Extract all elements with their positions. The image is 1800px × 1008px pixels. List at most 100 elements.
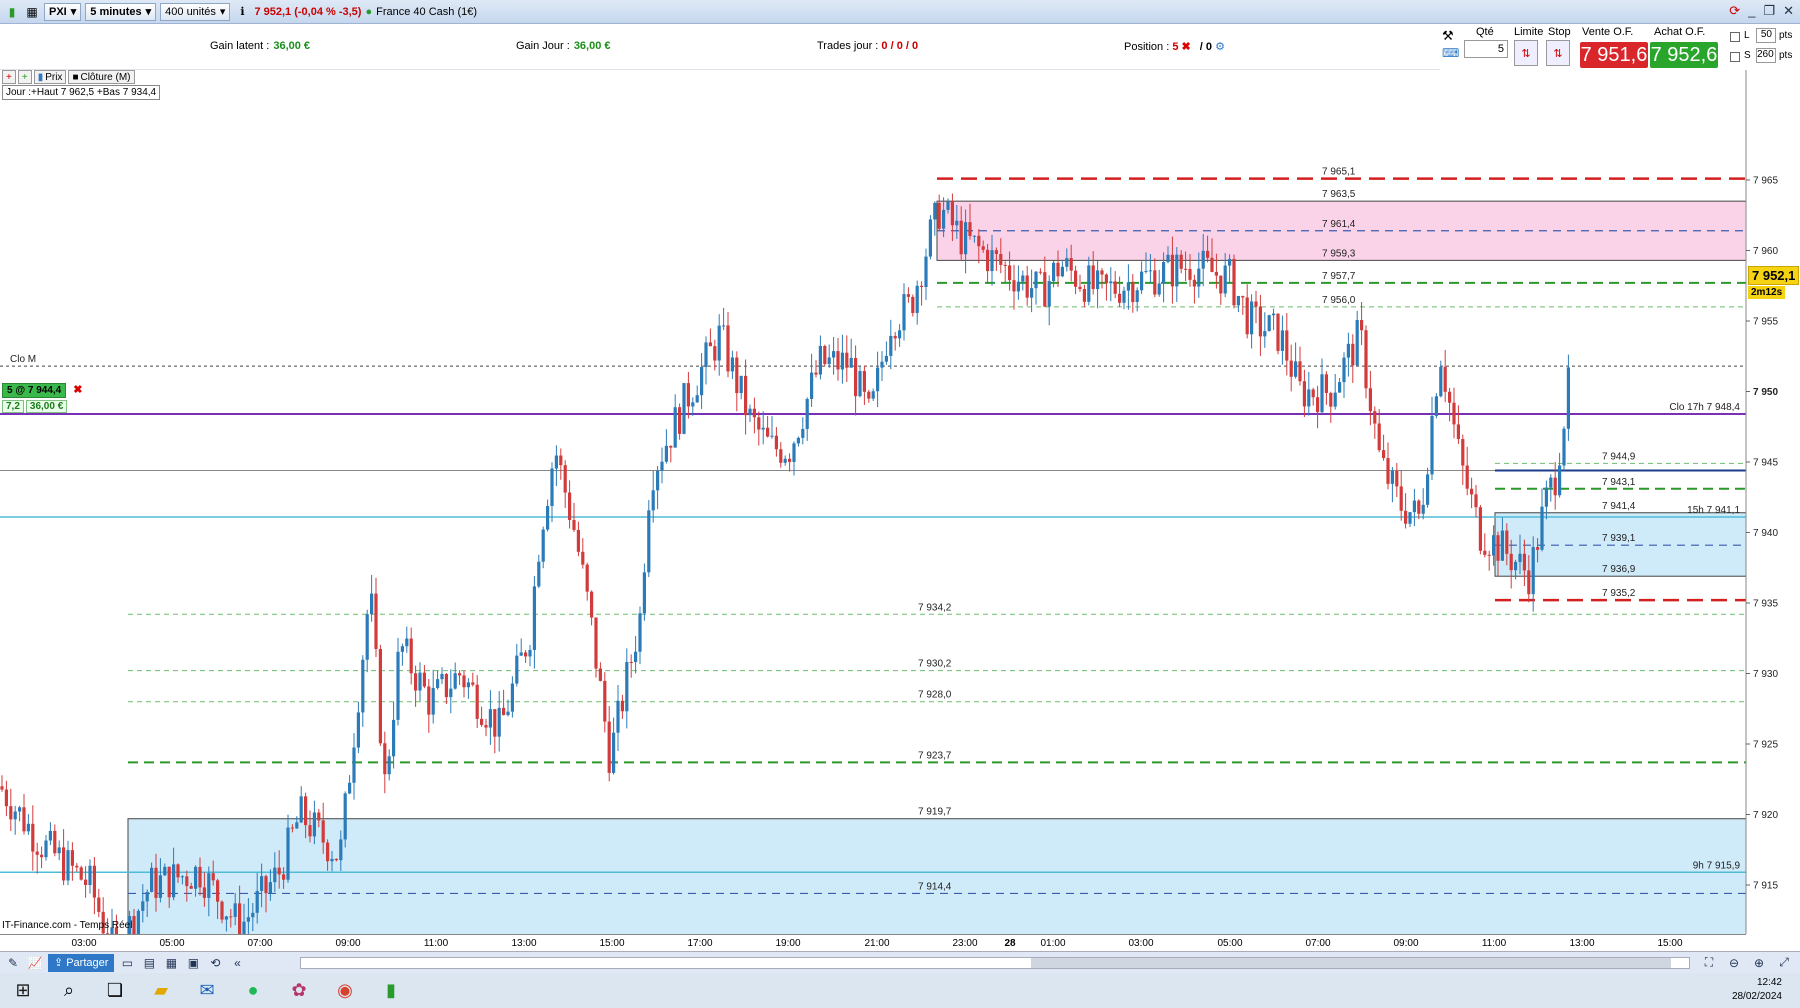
spotify-icon[interactable]: ● [230, 973, 276, 1008]
symbol-label: PXI [49, 5, 67, 18]
candle-body [1153, 270, 1157, 295]
status-dot-icon: ● [365, 5, 373, 18]
stop-button[interactable]: ⇅ [1546, 40, 1570, 66]
reference-label: 15h 7 941,1 [1687, 505, 1740, 516]
s-input[interactable]: 260 [1756, 48, 1776, 63]
prix-label: Prix [45, 71, 63, 83]
candle-body [1025, 275, 1029, 298]
candle-body [1399, 486, 1403, 511]
candle-body [84, 879, 88, 885]
grid-icon[interactable]: ▦ [162, 954, 180, 972]
file-explorer-icon[interactable]: ▰ [138, 973, 184, 1008]
keyboard-icon[interactable]: ⌨ [1442, 46, 1459, 60]
add-indicator-button[interactable]: + [2, 70, 16, 84]
candle-body [211, 873, 215, 881]
timeframe-selector[interactable]: 5 minutes ▾ [85, 2, 157, 21]
candle-body [867, 391, 871, 399]
candle-body [158, 875, 162, 898]
tool-icon[interactable]: ⚒ [1442, 28, 1454, 44]
double-chevron-left-icon[interactable]: « [228, 954, 246, 972]
units-selector[interactable]: 400 unités ▾ [160, 2, 231, 21]
screen-icon[interactable]: ▭ [118, 954, 136, 972]
candle-body [620, 700, 624, 712]
trades-label: Trades jour : [817, 40, 879, 52]
candle-body [172, 864, 176, 898]
zoom-fit-icon[interactable]: ⛶ [1700, 954, 1718, 972]
candle-body [1272, 313, 1276, 316]
buy-label: Achat O.F. [1654, 26, 1706, 38]
zoom-out-icon[interactable]: ⊖ [1725, 954, 1743, 972]
s-checkbox[interactable] [1730, 52, 1740, 62]
chart-type-icon[interactable]: 📈 [26, 954, 44, 972]
close-position-icon[interactable]: ✖ [73, 383, 82, 396]
candle-body [1439, 366, 1443, 397]
limit-button[interactable]: ⇅ [1514, 40, 1538, 66]
trades-value: 0 / 0 / 0 [881, 40, 919, 52]
restore-icon[interactable]: ❐ [1763, 3, 1775, 19]
time-scrollbar[interactable] [300, 957, 1690, 969]
layout-icon[interactable]: ▣ [184, 954, 202, 972]
candle-body [1386, 458, 1390, 484]
chrome-icon[interactable]: ◉ [322, 973, 368, 1008]
candle-body [88, 865, 92, 885]
grid-icon[interactable]: ▦ [24, 4, 40, 20]
draw-tool-icon[interactable]: ✎ [4, 954, 22, 972]
mail-icon[interactable]: ✉ [184, 973, 230, 1008]
candle-body [1192, 279, 1196, 287]
candle-body [1236, 296, 1240, 306]
candle-body [937, 202, 941, 229]
gain-latent-value: 36,00 € [273, 40, 311, 52]
data-source-label: IT-Finance.com - Temps Réel [2, 920, 133, 931]
refresh-icon[interactable]: ⟳ [1729, 3, 1740, 19]
candle-body [453, 673, 457, 689]
candle-body [528, 649, 532, 657]
candle-body [1316, 397, 1320, 413]
close-icon[interactable]: ✕ [1783, 3, 1794, 19]
sell-price-button[interactable]: 7 951,6 [1580, 42, 1648, 68]
x-tick-label: 05:00 [1217, 938, 1243, 949]
l-checkbox[interactable] [1730, 32, 1740, 42]
candle-body [1461, 439, 1465, 466]
candle-body [1562, 428, 1566, 466]
info-icon[interactable]: ℹ [234, 4, 250, 20]
table-icon[interactable]: ▤ [140, 954, 158, 972]
collapse-icon[interactable]: ⤢ [1775, 954, 1793, 972]
scroll-thumb[interactable] [1031, 958, 1671, 968]
candle-body [1148, 270, 1152, 272]
candle-body [1474, 494, 1478, 508]
candle-body [1258, 306, 1262, 337]
candle-body [1448, 391, 1452, 403]
candle-body [757, 417, 761, 430]
share-button[interactable]: ⇪ Partager [48, 953, 115, 972]
symbol-selector[interactable]: PXI ▾ [44, 2, 82, 21]
add-tool-button[interactable]: + [17, 70, 32, 84]
price-chart[interactable]: 7 965,1 7 963,5 7 961,4 7 959,3 7 957,7 7 956… [0, 70, 1800, 934]
prix-button[interactable]: ▮ Prix [33, 70, 67, 84]
search-icon[interactable]: ⌕ [46, 973, 92, 1008]
app-icon[interactable]: ✿ [276, 973, 322, 1008]
candle-body [387, 756, 391, 775]
position-badge[interactable]: 5 @ 7 944,4 ✖ 7,2 36,00 € [2, 383, 83, 413]
zoom-in-icon[interactable]: ⊕ [1750, 954, 1768, 972]
l-input[interactable]: 50 [1756, 28, 1776, 43]
windows-start-icon[interactable]: ⊞ [0, 973, 46, 1008]
task-view-icon[interactable]: ❏ [92, 973, 138, 1008]
close-position-icon[interactable]: ✖ [1182, 41, 1191, 53]
qty-input[interactable]: 5 [1464, 40, 1508, 58]
candle-body [497, 707, 501, 737]
cloture-label: Clôture (M) [80, 71, 131, 83]
chart-app-icon: ▮ [8, 4, 16, 19]
buy-price-button[interactable]: 7 952,6 [1650, 42, 1718, 68]
stats-bar: Gain latent :36,00 € Gain Jour :36,00 € … [0, 24, 1440, 70]
candle-body [462, 675, 466, 688]
settings-icon[interactable]: ⚙ [1215, 41, 1225, 53]
candle-body [268, 882, 272, 894]
trading-app-icon[interactable]: ▮ [368, 973, 414, 1008]
l-label: L [1744, 30, 1750, 41]
candle-body [946, 201, 950, 210]
minimize-icon[interactable]: _ [1748, 3, 1755, 19]
candle-body [22, 807, 26, 832]
sync-icon[interactable]: ⟲ [206, 954, 224, 972]
cloture-button[interactable]: ■ Clôture (M) [68, 70, 135, 84]
candle-body [348, 782, 352, 794]
